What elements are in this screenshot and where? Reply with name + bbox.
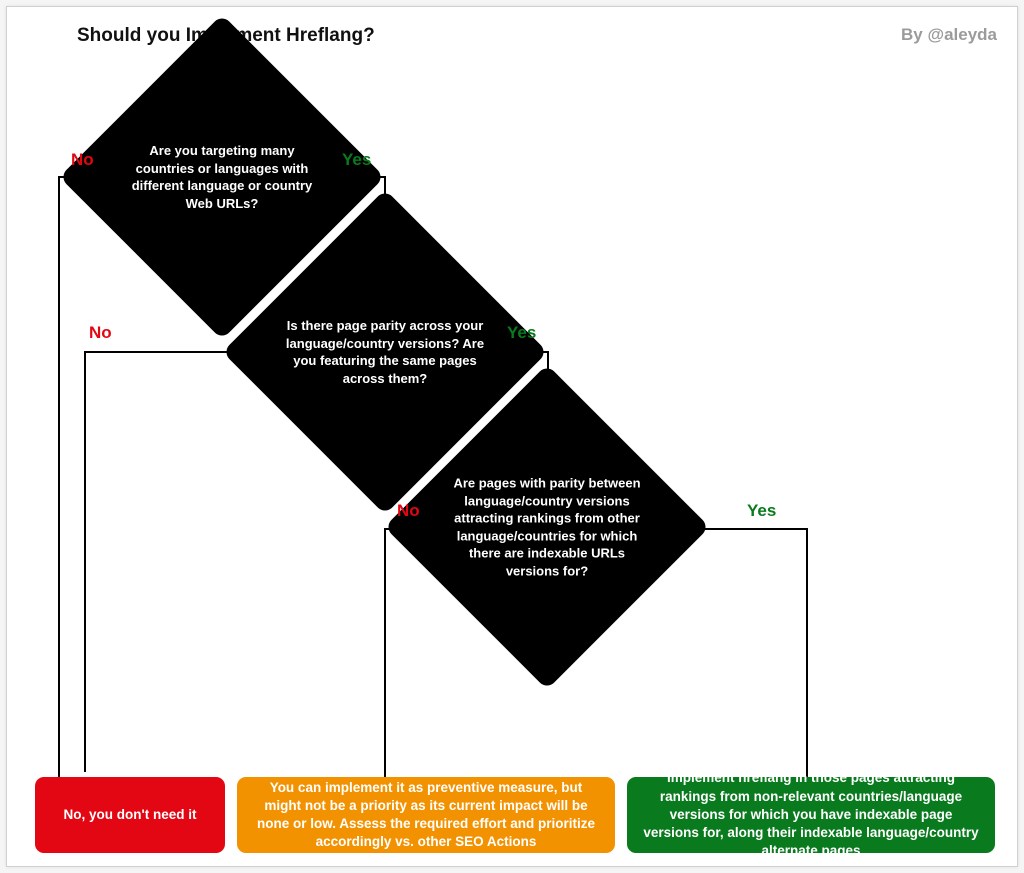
edge-label-q1-no: No <box>71 150 94 170</box>
decision-q3-text: Are pages with parity between language/c… <box>445 474 650 579</box>
decision-q1-text: Are you targeting many countries or lang… <box>119 142 324 212</box>
edge-label-q2-no: No <box>89 323 112 343</box>
decision-q2-text: Is there page parity across your languag… <box>283 317 488 387</box>
result-r3: Implement hreflang in those pages attrac… <box>627 777 995 853</box>
diagram-byline: By @aleyda <box>901 25 997 45</box>
edge-label-q3-yes: Yes <box>747 501 776 521</box>
result-r1: No, you don't need it <box>35 777 225 853</box>
result-r2: You can implement it as preventive measu… <box>237 777 615 853</box>
edge-label-q2-yes: Yes <box>507 323 536 343</box>
edge-label-q1-yes: Yes <box>342 150 371 170</box>
edge-label-q3-no: No <box>397 501 420 521</box>
diagram-frame: Should you Implement Hreflang? By @aleyd… <box>6 6 1018 867</box>
